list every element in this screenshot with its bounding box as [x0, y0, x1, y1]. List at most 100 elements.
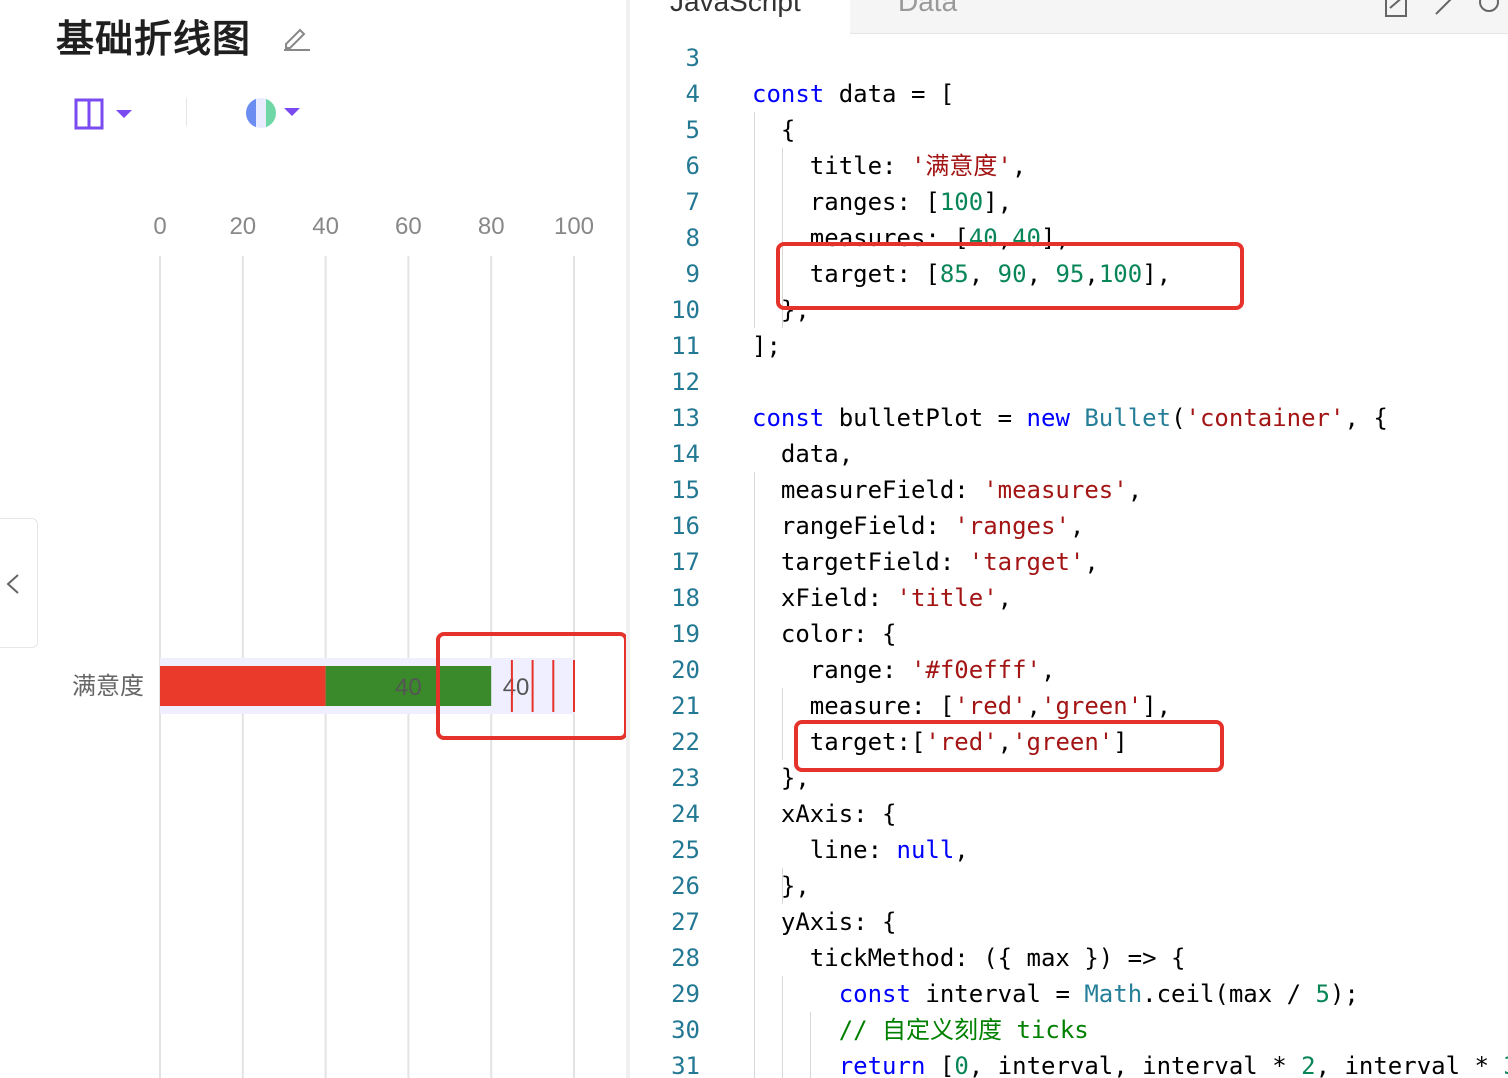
code-token: ,: [997, 584, 1013, 612]
line-number: 16: [671, 512, 700, 540]
code-line[interactable]: 19 color: {: [630, 616, 1508, 652]
code-text: yAxis: {: [752, 904, 897, 940]
code-line[interactable]: 24 xAxis: {: [630, 796, 1508, 832]
code-token: new: [1026, 404, 1070, 432]
code-text: targetField: 'target',: [752, 544, 1099, 580]
code-text: const interval = Math.ceil(max / 5);: [752, 976, 1359, 1012]
code-text: rangeField: 'ranges',: [752, 508, 1084, 544]
line-number: 15: [671, 476, 700, 504]
code-text: tickMethod: ({ max }) => {: [752, 940, 1186, 976]
indent-guide: [754, 112, 755, 328]
code-token: tickMethod: ({ max }) => {: [752, 944, 1186, 972]
indent-guide: [810, 1012, 811, 1078]
indent-guide: [754, 472, 755, 1078]
code-line[interactable]: 27 yAxis: {: [630, 904, 1508, 940]
annotation-box-targets: [436, 632, 628, 740]
code-token: data,: [752, 440, 854, 468]
code-editor-panel: JavaScript Data 3 4 const data = [5 {6 tit…: [630, 0, 1508, 1078]
code-line[interactable]: 17 targetField: 'target',: [630, 544, 1508, 580]
code-token: , interval, interval *: [968, 1052, 1302, 1078]
code-line[interactable]: 6 title: '满意度',: [630, 148, 1508, 184]
code-token: },: [752, 872, 810, 900]
code-token: 'title': [896, 584, 998, 612]
tab-javascript[interactable]: JavaScript: [630, 0, 850, 34]
code-line[interactable]: 20 range: '#f0efff',: [630, 652, 1508, 688]
code-text: },: [752, 868, 810, 904]
code-token: data = [: [824, 80, 955, 108]
page-title: 基础折线图: [56, 17, 252, 61]
code-token: 'ranges': [954, 512, 1070, 540]
code-line[interactable]: 4 const data = [: [630, 76, 1508, 112]
line-number: 10: [671, 296, 700, 324]
code-line[interactable]: 3: [630, 40, 1508, 76]
code-token: , {: [1344, 404, 1388, 432]
code-line[interactable]: 15 measureField: 'measures',: [630, 472, 1508, 508]
line-number: 27: [671, 908, 700, 936]
code-token: 'green': [1041, 692, 1143, 720]
code-token: 'measures': [983, 476, 1128, 504]
code-token: ranges: [: [752, 188, 940, 216]
code-text: ranges: [100],: [752, 184, 1012, 220]
x-tick-label: 60: [395, 213, 422, 240]
more-icon[interactable]: [1474, 0, 1504, 18]
code-text: line: null,: [752, 832, 969, 868]
code-token: line:: [752, 836, 897, 864]
code-line[interactable]: 28 tickMethod: ({ max }) => {: [630, 940, 1508, 976]
line-number: 6: [685, 152, 700, 180]
code-token: ,: [1069, 512, 1085, 540]
layout-toggle-icon[interactable]: [74, 98, 134, 130]
code-token: 'container': [1185, 404, 1345, 432]
code-line[interactable]: 11];: [630, 328, 1508, 364]
code-line[interactable]: 13 const bulletPlot = new Bullet('contain…: [630, 400, 1508, 436]
theme-toggle-icon[interactable]: [244, 96, 304, 130]
code-line[interactable]: 25 line: null,: [630, 832, 1508, 868]
code-text: color: {: [752, 616, 897, 652]
code-line[interactable]: 7 ranges: [100],: [630, 184, 1508, 220]
line-number: 4: [685, 80, 700, 108]
code-line[interactable]: 30 // 自定义刻度 ticks: [630, 1012, 1508, 1048]
code-token: ],: [1142, 692, 1172, 720]
pen-icon[interactable]: [1430, 0, 1460, 18]
code-line[interactable]: 21 measure: ['red','green'],: [630, 688, 1508, 724]
code-token: // 自定义刻度 ticks: [838, 1016, 1089, 1044]
code-line[interactable]: 18 xField: 'title',: [630, 580, 1508, 616]
line-number: 17: [671, 548, 700, 576]
format-icon[interactable]: [1382, 0, 1412, 18]
code-token: ];: [752, 332, 781, 360]
code-line[interactable]: 26 },: [630, 868, 1508, 904]
code-token: range:: [752, 656, 911, 684]
code-text: measureField: 'measures',: [752, 472, 1142, 508]
code-token: bulletPlot =: [824, 404, 1027, 432]
code-text: xAxis: {: [752, 796, 897, 832]
code-line[interactable]: 16 rangeField: 'ranges',: [630, 508, 1508, 544]
code-token: .ceil(max /: [1142, 980, 1316, 1008]
app-root: 基础折线图 0 20 40 60 80 100 40 40 满意度 JavaSc…: [0, 0, 1508, 1078]
code-line[interactable]: 29 const interval = Math.ceil(max / 5);: [630, 976, 1508, 1012]
x-tick-label: 20: [229, 213, 256, 240]
annotation-box-target-color: [794, 720, 1224, 772]
editor-tab-bar: JavaScript Data: [630, 0, 1508, 34]
x-tick-label: 40: [312, 213, 339, 240]
code-line[interactable]: 5 {: [630, 112, 1508, 148]
code-line[interactable]: 14 data,: [630, 436, 1508, 472]
line-number: 26: [671, 872, 700, 900]
code-line[interactable]: 31 return [0, interval, interval * 2, in…: [630, 1048, 1508, 1078]
tab-data[interactable]: Data: [898, 0, 957, 34]
code-token: Bullet: [1084, 404, 1172, 432]
code-text: range: '#f0efff',: [752, 652, 1056, 688]
line-number: 18: [671, 584, 700, 612]
code-line[interactable]: 12: [630, 364, 1508, 400]
edit-icon[interactable]: [280, 20, 312, 52]
indent-guide: [782, 976, 783, 1078]
code-token: ,: [1011, 152, 1027, 180]
code-text: measure: ['red','green'],: [752, 688, 1171, 724]
line-number: 8: [685, 224, 700, 252]
line-number: 19: [671, 620, 700, 648]
line-number: 7: [685, 188, 700, 216]
bullet-chart: 0 20 40 60 80 100 40 40 满意度: [72, 213, 594, 1078]
code-token: (: [1171, 404, 1186, 432]
